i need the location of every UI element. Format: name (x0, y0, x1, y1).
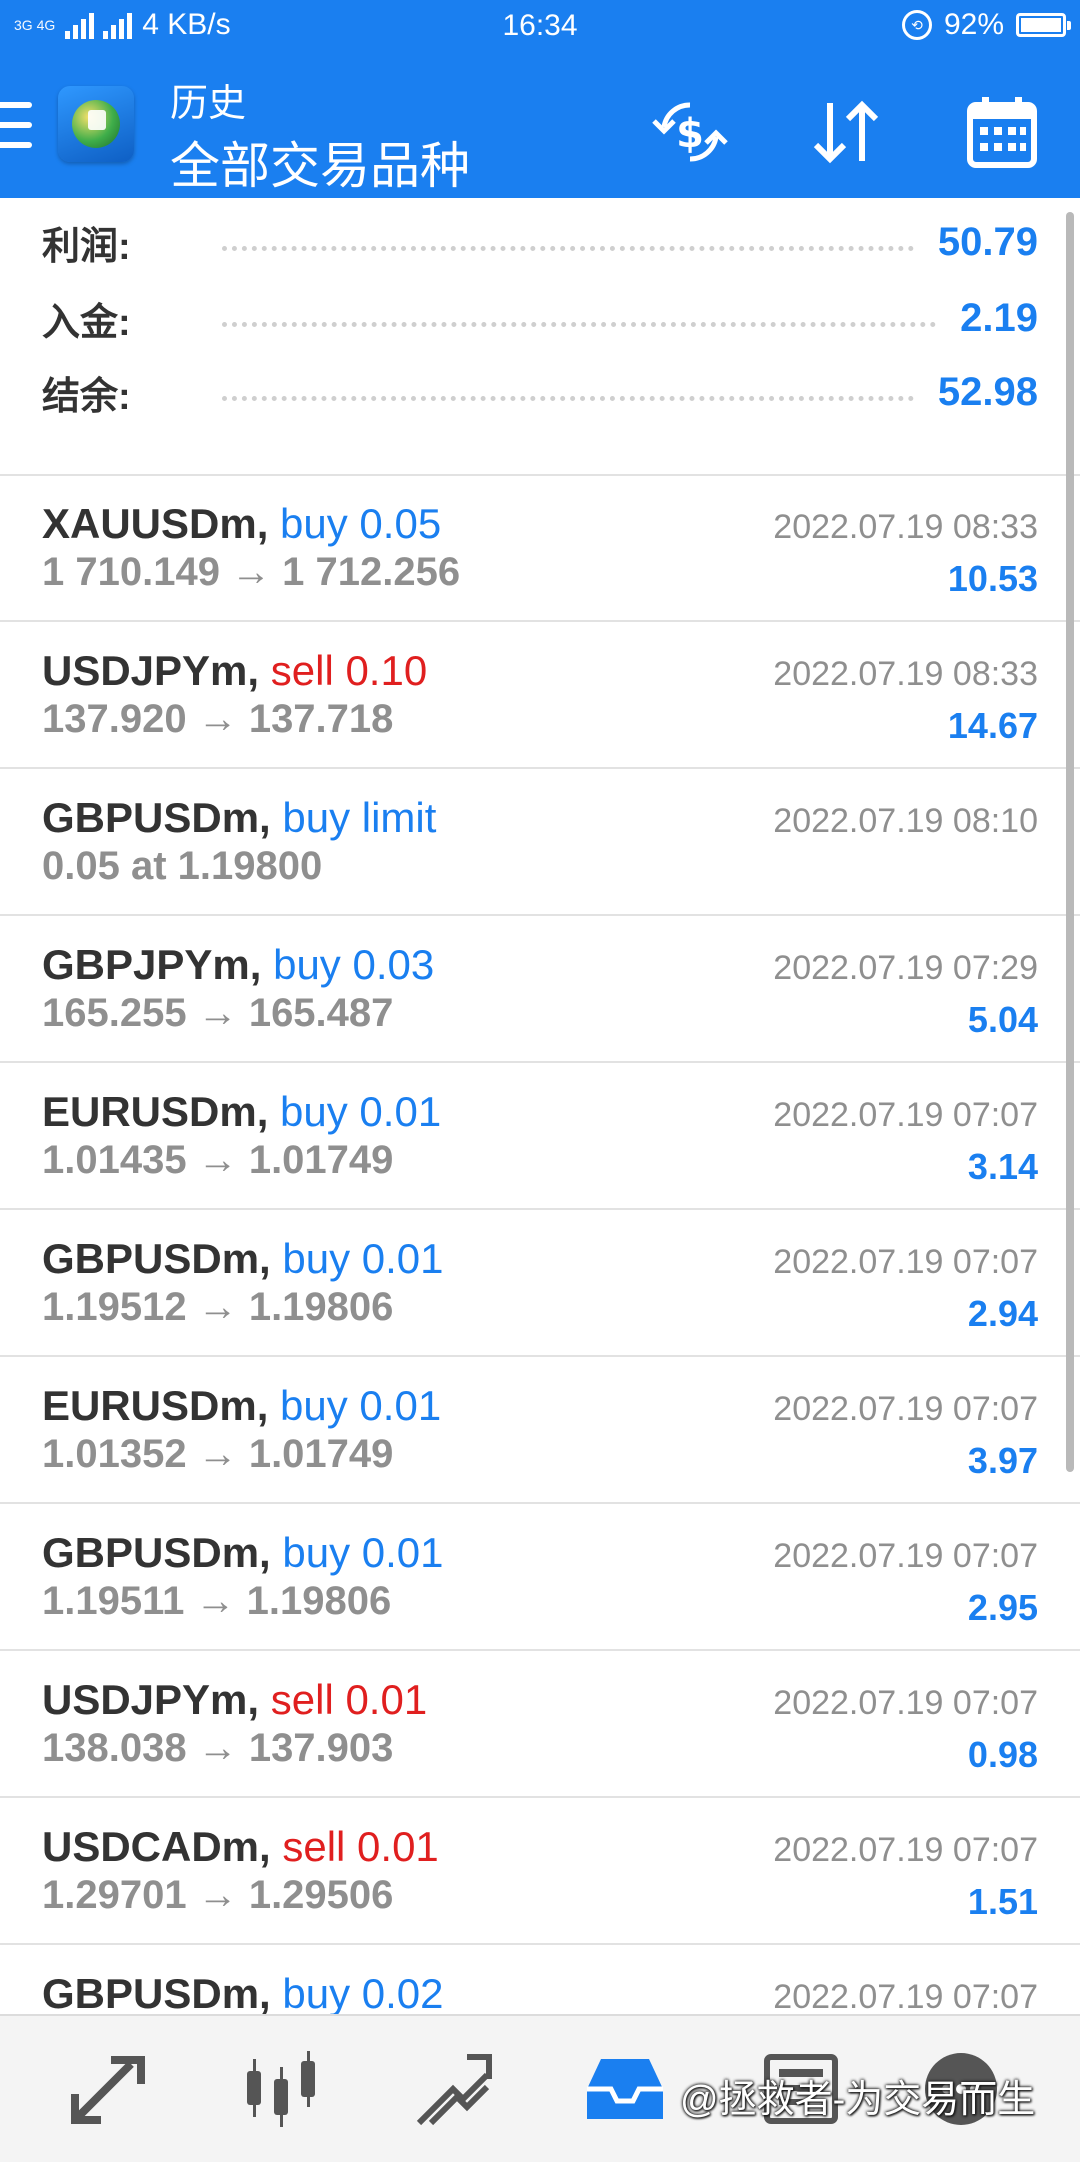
scrollbar[interactable] (1066, 212, 1074, 1472)
deal-action: buy 0.01 (280, 1382, 442, 1429)
deal-row[interactable]: GBPUSDm, buy 0.01 1.19512 → 1.19806 2022.0… (0, 1211, 1080, 1357)
summary-label: 利润: (42, 225, 131, 268)
deal-profit: 2.95 (967, 1587, 1038, 1628)
battery-percent: 92% (943, 8, 1004, 41)
deal-action: buy 0.02 (282, 1970, 444, 2017)
deal-profit: 14.67 (947, 705, 1038, 746)
deal-time: 2022.07.19 08:33 (773, 655, 1038, 693)
deal-row[interactable]: EURUSDm, buy 0.01 1.01435 → 1.01749 2022.0… (0, 1064, 1080, 1210)
trade-icon[interactable] (410, 2046, 496, 2132)
deal-symbol: USDCADm, sell 0.01 (42, 1823, 439, 1870)
deal-row[interactable]: USDCADm, sell 0.01 1.29701 → 1.29506 2022.… (0, 1799, 1080, 1945)
rotation-lock-icon: ⟲ (901, 10, 932, 40)
deal-action: buy limit (282, 794, 437, 841)
deal-prices: 138.038 → 137.903 (42, 1726, 394, 1770)
deal-symbol: GBPUSDm, buy 0.01 (42, 1235, 444, 1282)
deal-action: buy 0.01 (282, 1235, 444, 1282)
deal-row[interactable]: XAUUSDm, buy 0.05 1 710.149 → 1 712.256 20… (0, 476, 1080, 622)
history-inbox-icon[interactable] (582, 2046, 668, 2132)
deal-profit: 1.51 (967, 1881, 1038, 1922)
deal-time: 2022.07.19 07:07 (773, 1390, 1038, 1428)
deal-profit: 3.97 (967, 1440, 1038, 1481)
deal-prices: 137.920 → 137.718 (42, 697, 394, 741)
deal-prices: 1.01435 → 1.01749 (42, 1138, 394, 1182)
deal-time: 2022.07.19 07:07 (773, 1243, 1038, 1281)
deal-time: 2022.07.19 07:29 (773, 949, 1038, 987)
deal-action: sell 0.01 (282, 1823, 439, 1870)
deal-action: sell 0.01 (270, 1676, 428, 1723)
deal-time: 2022.07.19 07:07 (773, 1096, 1038, 1134)
account-summary: 利润: 50.79 入金: 2.19 结余: 52.98 (0, 198, 1080, 476)
deal-time: 2022.07.19 08:10 (773, 802, 1038, 840)
summary-row-deposit: 入金: 2.19 (42, 288, 1038, 348)
deal-action: buy 0.03 (273, 941, 435, 988)
calendar-icon[interactable] (960, 90, 1044, 174)
deal-prices: 165.255 → 165.487 (42, 991, 394, 1035)
summary-label: 结余: (42, 375, 131, 418)
deal-time: 2022.07.19 07:07 (773, 1978, 1038, 2016)
deal-symbol: GBPJPYm, buy 0.03 (42, 941, 435, 988)
deal-prices: 1.19512 → 1.19806 (42, 1285, 394, 1329)
page-title: 历史 (170, 83, 247, 125)
deal-symbol: GBPUSDm, buy 0.02 (42, 1970, 444, 2017)
deal-symbol: XAUUSDm, buy 0.05 (42, 500, 442, 547)
deal-prices: 1 710.149 → 1 712.256 (42, 550, 461, 594)
deal-time: 2022.07.19 07:07 (773, 1537, 1038, 1575)
menu-icon[interactable] (0, 102, 32, 150)
deal-profit: 5.04 (967, 999, 1038, 1040)
exchange-dollar-icon[interactable]: $ (648, 90, 732, 174)
status-bar: 3G 4G 4 KB/s 16:34 ⟲ 92% (0, 0, 1080, 54)
deal-symbol: EURUSDm, buy 0.01 (42, 1088, 442, 1135)
quotes-icon[interactable] (66, 2046, 152, 2132)
symbol-filter-title[interactable]: 全部交易品种 (170, 126, 470, 198)
deal-row[interactable]: GBPUSDm, buy 0.01 1.19511 → 1.19806 2022.0… (0, 1505, 1080, 1651)
deal-profit: 3.14 (967, 1146, 1038, 1187)
deal-prices: 1.19511 → 1.19806 (42, 1579, 392, 1623)
svg-text:$: $ (676, 111, 704, 157)
deal-symbol: GBPUSDm, buy 0.01 (42, 1529, 444, 1576)
deal-row[interactable]: EURUSDm, buy 0.01 1.01352 → 1.01749 2022.0… (0, 1358, 1080, 1504)
deal-prices: 1.01352 → 1.01749 (42, 1432, 394, 1476)
app-logo (58, 86, 134, 162)
deal-prices: 1.29701 → 1.29506 (42, 1873, 394, 1917)
deal-symbol: GBPUSDm, buy limit (42, 794, 437, 841)
deal-profit: 0.98 (967, 1734, 1038, 1775)
chart-candles-icon[interactable] (238, 2046, 324, 2132)
deal-time: 2022.07.19 07:07 (773, 1831, 1038, 1869)
deal-row[interactable]: USDJPYm, sell 0.10 137.920 → 137.718 2022.… (0, 623, 1080, 769)
battery-icon (1016, 13, 1071, 37)
watermark: @拯救者-为交易而生 (680, 2079, 1036, 2121)
deal-time: 2022.07.19 08:33 (773, 508, 1038, 546)
app-bar: 历史 全部交易品种 $ (0, 54, 1080, 198)
deal-prices: 0.05 at 1.19800 (42, 844, 323, 888)
summary-row-balance: 结余: 52.98 (42, 362, 1038, 422)
deal-action: sell 0.10 (270, 647, 428, 694)
deal-action: buy 0.01 (280, 1088, 442, 1135)
deal-row[interactable]: GBPJPYm, buy 0.03 165.255 → 165.487 2022.0… (0, 917, 1080, 1063)
deal-time: 2022.07.19 07:07 (773, 1684, 1038, 1722)
deal-profit: 2.94 (967, 1293, 1038, 1334)
deal-row[interactable]: USDJPYm, sell 0.01 138.038 → 137.903 2022.… (0, 1652, 1080, 1798)
summary-label: 入金: (42, 301, 131, 344)
summary-value: 50.79 (937, 219, 1038, 264)
clock: 16:34 (502, 9, 578, 42)
deal-symbol: USDJPYm, sell 0.01 (42, 1676, 428, 1723)
summary-row-profit: 利润: 50.79 (42, 212, 1038, 272)
deal-action: buy 0.01 (282, 1529, 444, 1576)
deal-action: buy 0.05 (280, 500, 442, 547)
deal-symbol: EURUSDm, buy 0.01 (42, 1382, 442, 1429)
deal-profit: 10.53 (947, 558, 1038, 599)
summary-value: 52.98 (937, 369, 1038, 414)
deal-row[interactable]: GBPUSDm, buy limit 0.05 at 1.19800 2022.07… (0, 770, 1080, 916)
summary-value: 2.19 (960, 295, 1038, 340)
deal-symbol: USDJPYm, sell 0.10 (42, 647, 428, 694)
sort-icon[interactable] (804, 90, 888, 174)
